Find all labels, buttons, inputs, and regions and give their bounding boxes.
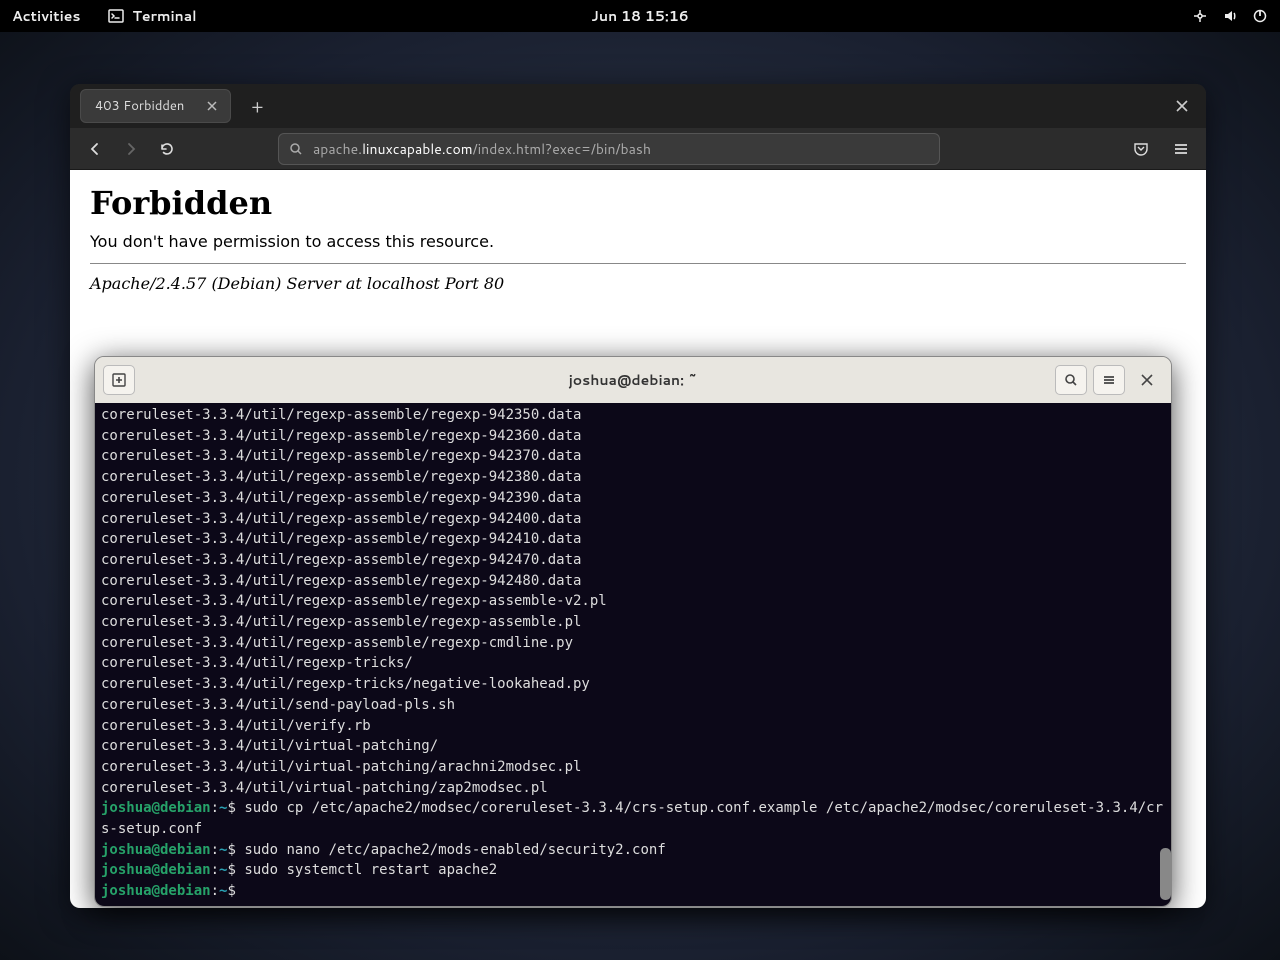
power-icon[interactable]: [1252, 8, 1268, 24]
menu-button[interactable]: [1166, 134, 1196, 164]
terminal-icon: [108, 8, 124, 24]
network-icon[interactable]: [1192, 8, 1208, 24]
scrollbar-thumb[interactable]: [1160, 848, 1171, 900]
search-icon: [289, 142, 303, 156]
volume-icon[interactable]: [1222, 8, 1238, 24]
forward-button[interactable]: [116, 134, 146, 164]
nav-toolbar: apache.linuxcapable.com/index.html?exec=…: [70, 128, 1206, 170]
divider: [90, 263, 1186, 264]
active-app-label: Terminal: [132, 6, 196, 26]
terminal-window: joshua@debian: ~ coreruleset-3.3.4/util/…: [94, 356, 1172, 907]
clock[interactable]: Jun 18 15:16: [591, 6, 688, 26]
active-app[interactable]: Terminal: [108, 6, 196, 26]
page-heading: Forbidden: [90, 184, 1186, 222]
activities-button[interactable]: Activities: [12, 6, 80, 26]
url-bar[interactable]: apache.linuxcapable.com/index.html?exec=…: [278, 133, 940, 165]
terminal-close-button[interactable]: [1131, 365, 1163, 395]
tab-bar: 403 Forbidden +: [70, 84, 1206, 128]
server-signature: Apache/2.4.57 (Debian) Server at localho…: [90, 274, 1186, 293]
window-close-button[interactable]: [1168, 92, 1196, 120]
browser-tab[interactable]: 403 Forbidden: [80, 89, 231, 123]
terminal-menu-button[interactable]: [1093, 365, 1125, 395]
url-text: apache.linuxcapable.com/index.html?exec=…: [313, 139, 651, 159]
tab-close-button[interactable]: [204, 98, 220, 114]
new-tab-button[interactable]: +: [243, 92, 271, 120]
terminal-body[interactable]: coreruleset-3.3.4/util/regexp-assemble/r…: [95, 403, 1171, 906]
new-tab-terminal-button[interactable]: [103, 365, 135, 395]
terminal-titlebar: joshua@debian: ~: [95, 357, 1171, 403]
page-message: You don't have permission to access this…: [90, 232, 1186, 251]
back-button[interactable]: [80, 134, 110, 164]
gnome-topbar: Activities Terminal Jun 18 15:16: [0, 0, 1280, 32]
terminal-title: joshua@debian: ~: [569, 370, 698, 390]
terminal-search-button[interactable]: [1055, 365, 1087, 395]
pocket-button[interactable]: [1126, 134, 1156, 164]
tab-title: 403 Forbidden: [95, 97, 184, 115]
reload-button[interactable]: [152, 134, 182, 164]
